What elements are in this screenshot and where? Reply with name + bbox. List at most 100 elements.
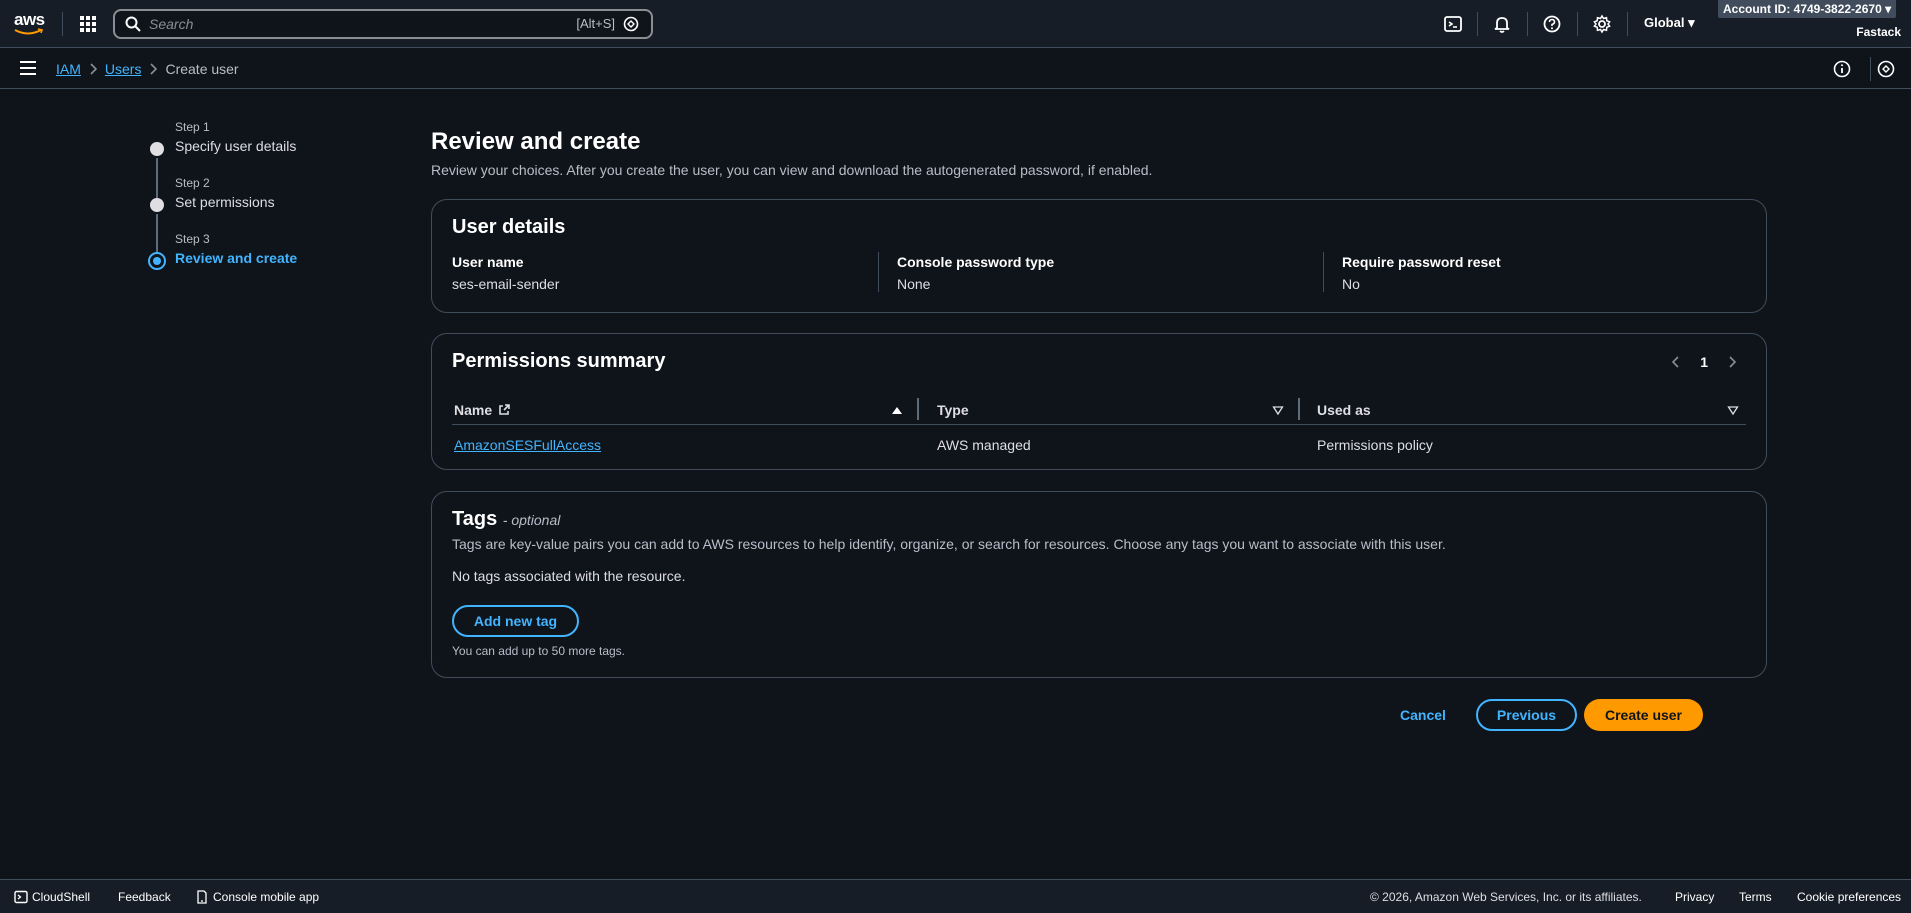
table-header-divider: [452, 424, 1746, 425]
tags-panel: Tags - optional Tags are key-value pairs…: [431, 491, 1767, 678]
step-label: Step 3: [175, 232, 210, 246]
chevron-right-icon: [90, 63, 98, 75]
step-title: Set permissions: [175, 194, 275, 210]
cancel-button[interactable]: Cancel: [1400, 707, 1446, 723]
search-input[interactable]: [149, 13, 529, 35]
help-icon[interactable]: [1542, 14, 1562, 34]
sort-icon[interactable]: [1727, 404, 1739, 416]
chevron-left-icon[interactable]: [1670, 356, 1682, 368]
field-label: Console password type: [897, 254, 1055, 270]
cloudshell-icon[interactable]: [1443, 14, 1463, 34]
caret-down-icon: ▾: [1688, 15, 1695, 30]
footer-privacy-label: Privacy: [1675, 890, 1715, 904]
step-1[interactable]: Step 1 Specify user details: [148, 120, 408, 198]
aws-logo[interactable]: aws: [14, 11, 48, 35]
tags-empty-message: No tags associated with the resource.: [452, 568, 686, 584]
step-3: Step 3 Review and create: [148, 232, 408, 288]
mobile-app-icon: [197, 890, 207, 904]
wizard-steps: Step 1 Specify user details Step 2 Set p…: [148, 120, 408, 288]
footer-feedback-label: Feedback: [118, 890, 171, 904]
column-divider: [878, 252, 879, 292]
footer-copyright: © 2026, Amazon Web Services, Inc. or its…: [1370, 890, 1642, 904]
column-divider: [1323, 252, 1324, 292]
console-password-type-field: Console password type None: [897, 254, 1054, 292]
footer-mobile-label: Console mobile app: [213, 890, 320, 904]
footer-privacy[interactable]: Privacy: [1675, 890, 1714, 904]
column-header-label: Name: [454, 402, 493, 418]
column-divider[interactable]: [1298, 398, 1300, 420]
permissions-summary-panel: Permissions summary 1 Name Type Used as …: [431, 333, 1767, 470]
breadcrumb-divider: [1870, 57, 1871, 81]
account-menu[interactable]: Account ID: 4749-3822-2670 ▾: [1718, 0, 1897, 18]
policy-used-as: Permissions policy: [1317, 437, 1433, 453]
breadcrumb-users[interactable]: Users: [105, 61, 142, 77]
policy-type: AWS managed: [937, 437, 1031, 453]
settings-icon[interactable]: [1592, 14, 1612, 34]
search-box[interactable]: [Alt+S]: [113, 9, 653, 39]
menu-icon[interactable]: [20, 61, 36, 75]
nav-divider: [1577, 12, 1578, 36]
footer-cloudshell-label: CloudShell: [32, 890, 91, 904]
user-details-panel: User details User name ses-email-sender …: [431, 199, 1767, 313]
footer-mobile-app[interactable]: Console mobile app: [195, 890, 319, 904]
column-header-label: Used as: [1317, 402, 1371, 418]
wizard-actions: Cancel Previous Create user: [1367, 699, 1767, 731]
page-number[interactable]: 1: [1700, 354, 1708, 370]
footer-cloudshell[interactable]: CloudShell: [14, 890, 90, 904]
column-header-used-as[interactable]: Used as: [1317, 402, 1371, 418]
column-divider[interactable]: [917, 398, 919, 420]
footer-terms-label: Terms: [1739, 890, 1772, 904]
add-new-tag-button[interactable]: Add new tag: [452, 605, 579, 637]
breadcrumb: IAM Users Create user: [56, 61, 239, 77]
tags-title: Tags - optional: [452, 508, 560, 531]
field-value: No: [1342, 276, 1360, 292]
previous-button[interactable]: Previous: [1476, 699, 1577, 731]
breadcrumb-iam[interactable]: IAM: [56, 61, 81, 77]
account-id: Account ID: 4749-3822-2670: [1723, 2, 1882, 16]
nav-divider: [62, 12, 63, 36]
region-selector[interactable]: Global ▾: [1644, 15, 1695, 31]
tags-hint: You can add up to 50 more tags.: [452, 644, 626, 658]
cloudshell-icon: [14, 890, 28, 904]
footer-cookies-label: Cookie preferences: [1797, 890, 1902, 904]
bell-icon[interactable]: [1492, 14, 1512, 34]
info-icon[interactable]: [1833, 60, 1851, 78]
field-value: None: [897, 276, 931, 292]
policy-name-link[interactable]: AmazonSESFullAccess: [454, 437, 601, 453]
amazon-q-icon[interactable]: [623, 16, 639, 32]
column-header-name[interactable]: Name: [454, 402, 511, 418]
column-header-type[interactable]: Type: [937, 402, 969, 418]
step-2[interactable]: Step 2 Set permissions: [148, 176, 408, 254]
search-icon: [125, 16, 141, 32]
footer: CloudShell Feedback Console mobile app ©…: [0, 879, 1911, 913]
column-header-label: Type: [937, 402, 969, 418]
sort-ascending-icon[interactable]: [891, 404, 903, 416]
footer-terms[interactable]: Terms: [1739, 890, 1772, 904]
tags-title-text: Tags: [452, 508, 498, 530]
pagination: 1: [1670, 354, 1738, 370]
chevron-right-icon[interactable]: [1726, 356, 1738, 368]
main-content: Review and create Review your choices. A…: [431, 128, 1767, 731]
region-label: Global: [1644, 15, 1685, 30]
field-label: User name: [452, 254, 524, 270]
breadcrumb-bar: IAM Users Create user: [0, 49, 1911, 89]
account-user-name[interactable]: Fastack: [1856, 25, 1901, 39]
tags-description: Tags are key-value pairs you can add to …: [452, 536, 1446, 552]
nav-divider: [1627, 12, 1628, 36]
aws-logo-text: aws: [14, 10, 45, 29]
services-grid-icon[interactable]: [77, 13, 99, 35]
amazon-q-icon[interactable]: [1877, 60, 1895, 78]
chevron-right-icon: [150, 63, 158, 75]
external-link-icon: [499, 404, 510, 415]
footer-feedback[interactable]: Feedback: [118, 890, 171, 904]
top-navigation: aws [Alt+S]: [0, 0, 1911, 48]
aws-smile-icon: [14, 28, 44, 35]
caret-down-icon: ▾: [1885, 2, 1892, 16]
create-user-button[interactable]: Create user: [1584, 699, 1703, 731]
sort-icon[interactable]: [1272, 404, 1284, 416]
step-label: Step 1: [175, 120, 210, 134]
require-password-reset-field: Require password reset No: [1342, 254, 1501, 292]
footer-cookie-preferences[interactable]: Cookie preferences: [1797, 890, 1901, 904]
user-details-title: User details: [452, 216, 566, 238]
nav-divider: [1477, 12, 1478, 36]
